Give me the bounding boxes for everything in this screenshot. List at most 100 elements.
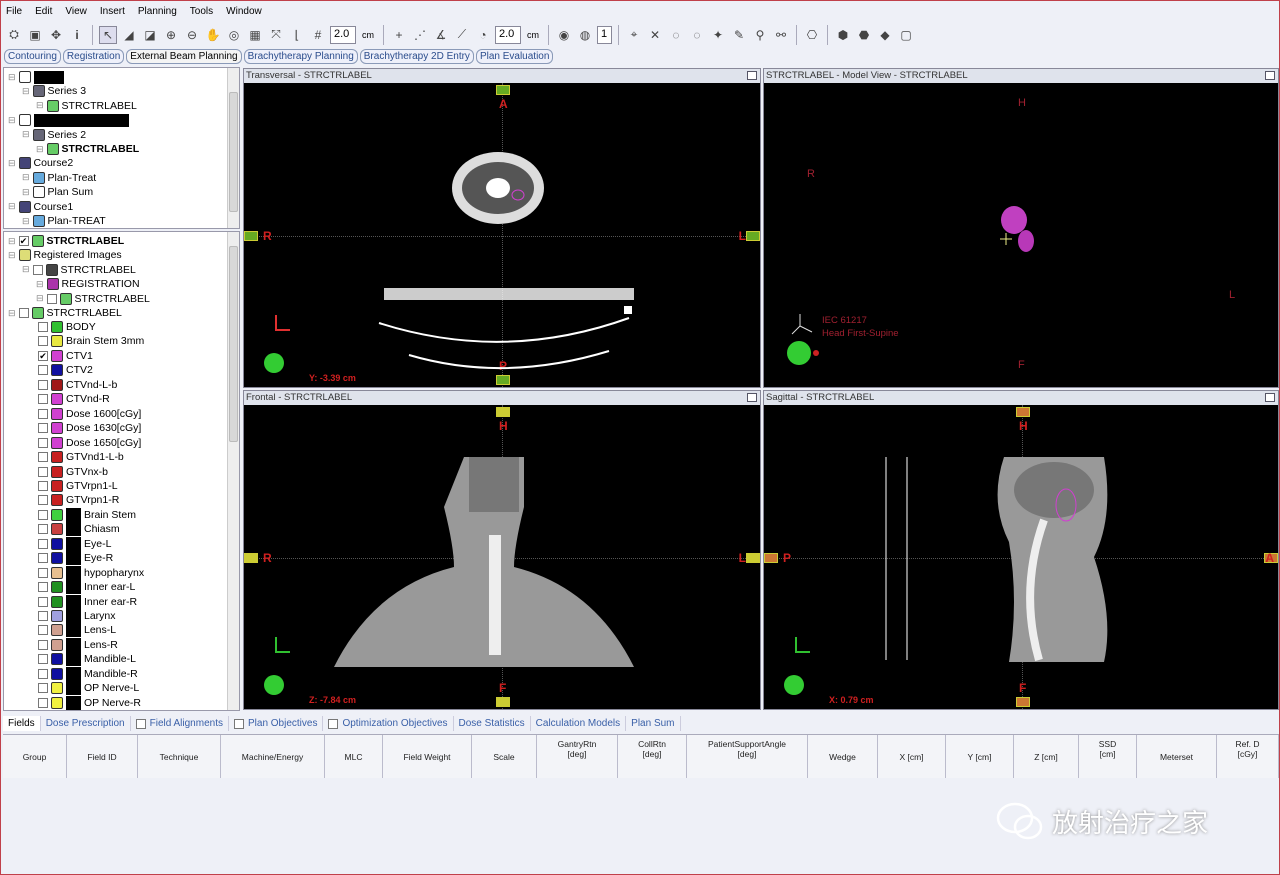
tab-calculation-models[interactable]: Calculation Models — [531, 716, 627, 731]
isocenter-icon[interactable]: ⌖ — [625, 26, 643, 44]
expand-icon[interactable]: ⊟ — [22, 172, 30, 183]
distance-icon[interactable]: ⟋ — [453, 26, 471, 44]
blend-icon[interactable]: ▦ — [246, 26, 264, 44]
structure-item[interactable]: Chiasm — [38, 522, 120, 537]
pan-hand-icon[interactable]: ✋ — [204, 26, 222, 44]
menu-view[interactable]: View — [65, 6, 87, 17]
structure-visibility-checkbox[interactable] — [38, 379, 48, 390]
structure-item[interactable]: GTVrpn1-R — [38, 493, 119, 507]
structure-item[interactable]: Mandible-R — [38, 666, 138, 681]
slice-up-icon[interactable]: ◉ — [555, 26, 573, 44]
window-level-icon[interactable]: ◢ — [120, 26, 138, 44]
mlc-icon[interactable]: ⚯ — [772, 26, 790, 44]
structure-item[interactable]: Brain Stem 3mm — [38, 334, 144, 348]
menu-edit[interactable]: Edit — [35, 6, 52, 17]
structure-item[interactable]: Lens-R — [38, 637, 118, 652]
structure-item[interactable]: GTVnd1-L-b — [38, 450, 124, 464]
point-icon[interactable]: + — [390, 26, 408, 44]
structure-item[interactable]: OP Nerve-L — [38, 681, 139, 696]
tree-item[interactable]: ⊟ ✔ STRCTRLABEL — [8, 234, 124, 248]
column-header[interactable]: X [cm] — [878, 735, 946, 778]
column-header[interactable]: Machine/Energy — [221, 735, 325, 778]
render-frame-icon[interactable]: ▢ — [897, 26, 915, 44]
tree-item[interactable]: ⊟ Course1 — [8, 200, 73, 214]
tree-item[interactable]: ⊟ Series 3 — [22, 84, 86, 98]
tab-checkbox[interactable] — [328, 718, 339, 729]
move-isocenter-icon[interactable]: ✕ — [646, 26, 664, 44]
structure-visibility-checkbox[interactable] — [38, 538, 48, 549]
render-solid-icon[interactable]: ⬢ — [834, 26, 852, 44]
structure-item[interactable]: Larynx — [38, 609, 116, 623]
tree-item[interactable]: ⊟ Series 2 — [22, 128, 86, 142]
structure-item[interactable]: CTVnd-L-b — [38, 378, 117, 392]
structure-visibility-checkbox[interactable] — [38, 582, 48, 593]
window-preset-icon[interactable]: ◪ — [141, 26, 159, 44]
tree-item[interactable]: ⊟ STRCTRLABEL — [22, 263, 136, 277]
bev-icon[interactable]: ⎔ — [803, 26, 821, 44]
expand-icon[interactable]: ⊟ — [36, 100, 44, 111]
structure-item[interactable]: Eye-L — [38, 536, 111, 551]
structure-visibility-checkbox[interactable] — [38, 611, 48, 621]
structure-visibility-checkbox[interactable] — [38, 553, 48, 564]
structure-visibility-checkbox[interactable] — [38, 509, 48, 520]
structure-visibility-checkbox[interactable] — [38, 668, 48, 679]
info-icon[interactable]: i — [68, 26, 86, 44]
expand-icon[interactable]: ⊟ — [8, 308, 16, 319]
tab-brachytherapy-planning[interactable]: Brachytherapy Planning — [243, 49, 358, 64]
tab-external-beam-planning[interactable]: External Beam Planning — [126, 49, 242, 64]
maximize-icon[interactable] — [1265, 71, 1275, 80]
column-header[interactable]: Z [cm] — [1014, 735, 1079, 778]
frontal-view[interactable]: Frontal - STRCTRLABEL H F R L Z: -7.84 c… — [243, 390, 761, 710]
tree-item[interactable]: ⊟ STRCTRLABEL — [36, 99, 137, 113]
column-header[interactable]: Technique — [138, 735, 221, 778]
angle-icon[interactable]: ∡ — [432, 26, 450, 44]
navigate-icon[interactable]: ✥ — [47, 26, 65, 44]
structure-visibility-checkbox[interactable] — [38, 654, 48, 665]
structure-visibility-checkbox[interactable] — [38, 394, 48, 405]
tab-registration[interactable]: Registration — [62, 49, 125, 64]
checkbox[interactable]: ✔ — [18, 236, 29, 246]
maximize-icon[interactable] — [1265, 393, 1275, 402]
structure-visibility-checkbox[interactable] — [38, 480, 48, 491]
tree-item[interactable]: ⊟ Registered Images — [8, 248, 122, 262]
collimator-icon[interactable]: ◌ — [688, 26, 706, 44]
open-patient-icon[interactable]: ⛭ — [5, 26, 23, 44]
menu-window[interactable]: Window — [226, 6, 262, 17]
structure-visibility-checkbox[interactable] — [38, 683, 48, 694]
column-header[interactable]: Field Weight — [383, 735, 472, 778]
tree-item[interactable]: ⊟ STRCTRLABEL — [36, 292, 150, 306]
column-header[interactable]: PatientSupportAngle [deg] — [687, 735, 808, 778]
maximize-icon[interactable] — [747, 71, 757, 80]
rotate-icon[interactable]: ◎ — [225, 26, 243, 44]
structure-visibility-checkbox[interactable] — [38, 596, 48, 607]
structure-item[interactable]: Lens-L — [38, 623, 116, 638]
tree-item[interactable]: ⊟ STRCTRLABEL — [36, 142, 139, 156]
tree-item[interactable]: ⊟ Plan-Treat — [22, 171, 96, 185]
tab-checkbox[interactable] — [233, 718, 244, 729]
structure-item[interactable]: CTV2 — [38, 363, 93, 377]
structure-item[interactable]: hypopharynx — [38, 565, 144, 580]
structure-tree-scrollbar[interactable] — [227, 232, 239, 710]
fit-icon[interactable]: ⤧ — [267, 26, 285, 44]
tree-item[interactable]: ⊟ Plan Sum — [22, 185, 93, 199]
structure-visibility-checkbox[interactable] — [38, 322, 48, 332]
transversal-view[interactable]: Transversal - STRCTRLABEL A P R L Y: -3.… — [243, 68, 761, 388]
column-header[interactable]: Scale — [472, 735, 537, 778]
structure-item[interactable]: CTVnd-R — [38, 392, 110, 406]
structure-item[interactable]: GTVnx-b — [38, 465, 108, 479]
sagittal-view[interactable]: Sagittal - STRCTRLABEL H F P A X: 0.79 c… — [763, 390, 1279, 710]
menu-planning[interactable]: Planning — [138, 6, 177, 17]
column-header[interactable]: Ref. D [cGy] — [1217, 735, 1279, 778]
column-header[interactable]: Wedge — [808, 735, 878, 778]
structure-item[interactable]: Inner ear-R — [38, 594, 137, 609]
structure-item[interactable]: ✔ CTV1 — [38, 349, 93, 363]
structure-visibility-checkbox[interactable] — [38, 336, 48, 347]
column-header[interactable]: GantryRtn [deg] — [537, 735, 618, 778]
maximize-icon[interactable] — [747, 393, 757, 402]
structure-visibility-checkbox[interactable] — [38, 495, 48, 506]
structure-item[interactable]: OP Nerve-R — [38, 695, 141, 710]
expand-icon[interactable]: ⊟ — [22, 86, 30, 97]
grid-size-input[interactable]: 2.0 — [330, 25, 356, 44]
structure-visibility-checkbox[interactable]: ✔ — [38, 350, 48, 361]
column-header[interactable]: Meterset — [1137, 735, 1217, 778]
